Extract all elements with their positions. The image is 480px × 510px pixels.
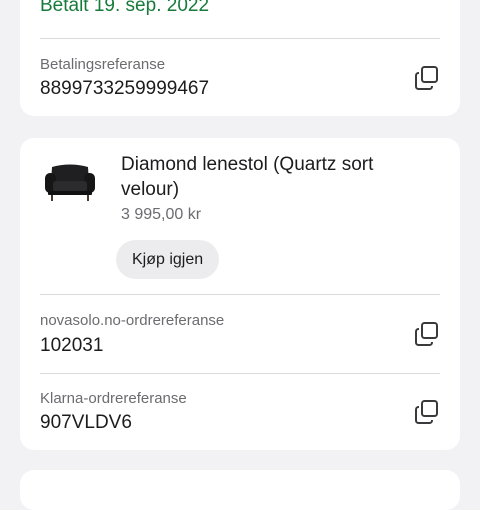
copy-icon [414, 321, 440, 347]
buy-again-button[interactable]: Kjøp igjen [116, 240, 220, 279]
store-reference-value[interactable]: 102031 [40, 334, 103, 358]
payment-card: Betalt 19. sep. 2022 Betalingsreferanse … [20, 0, 460, 116]
klarna-reference-label: Klarna-ordrereferanse [40, 390, 187, 407]
next-card [20, 470, 460, 510]
payment-reference-value[interactable]: 8899733259999467 [40, 77, 209, 101]
copy-icon [414, 65, 440, 91]
copy-klarna-reference-button[interactable] [414, 399, 440, 425]
product-price: 3 995,00 kr [121, 206, 202, 223]
paid-status: Betalt 19. sep. 2022 [40, 0, 210, 16]
copy-store-reference-button[interactable] [414, 321, 440, 347]
order-card: Diamond lenestol (Quartz sort velour) 3 … [20, 138, 460, 450]
copy-icon [414, 399, 440, 425]
product-name[interactable]: Diamond lenestol (Quartz sort velour) [121, 152, 431, 202]
divider [40, 373, 440, 374]
divider [40, 294, 440, 295]
payment-reference-label: Betalingsreferanse [40, 56, 166, 73]
armchair-image [40, 158, 100, 208]
store-reference-label: novasolo.no-ordrereferanse [40, 312, 225, 329]
klarna-reference-value[interactable]: 907VLDV6 [40, 411, 132, 435]
copy-payment-reference-button[interactable] [414, 65, 440, 91]
divider [40, 38, 440, 39]
